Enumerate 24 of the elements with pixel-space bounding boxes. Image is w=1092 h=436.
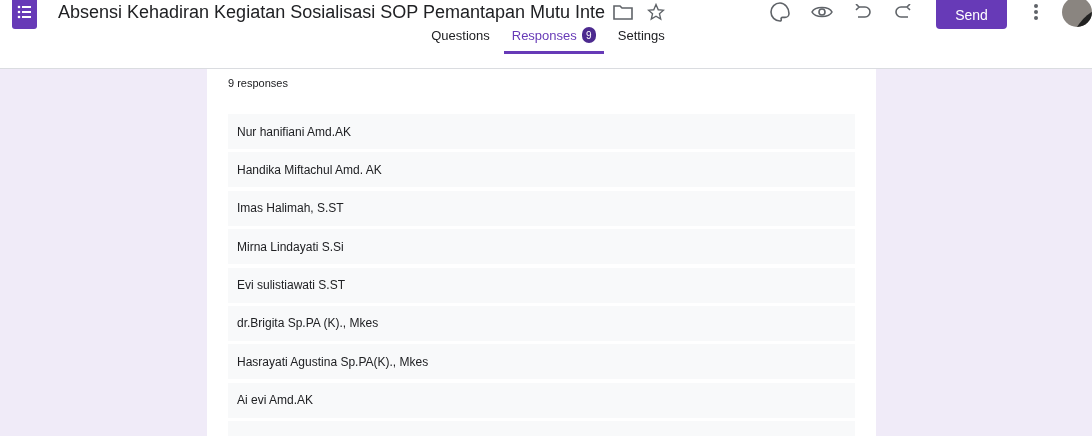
response-item: Hasrayati Agustina Sp.PA(K)., Mkes	[228, 344, 855, 380]
response-item: Mirna Lindayati S.Si	[228, 229, 855, 265]
more-icon[interactable]	[1034, 4, 1038, 20]
tab[interactable]: Settings	[609, 25, 673, 54]
response-item: Imas Halimah, S.ST	[228, 190, 855, 226]
avatar-icon[interactable]	[1062, 0, 1092, 27]
tab[interactable]: Responses 9	[503, 25, 604, 54]
redo-icon[interactable]	[894, 4, 912, 20]
star-icon[interactable]	[647, 3, 665, 21]
response-item: Ai evi Amd.AK	[228, 382, 855, 418]
response-item: Nur hanifiani Amd.AK	[228, 114, 855, 149]
form-title[interactable]: Absensi Kehadiran Kegiatan Sosialisasi SOP Pemantapan Mutu Inte	[58, 0, 605, 26]
response-item: Evi sulistiawati S.ST	[228, 267, 855, 303]
forms-logo-icon[interactable]	[12, 0, 37, 29]
count-badge: 9	[581, 27, 596, 44]
response-item: dr.Brigita Sp.PA (K)., Mkes	[228, 305, 855, 341]
folder-icon[interactable]	[613, 4, 633, 20]
undo-icon[interactable]	[854, 4, 872, 20]
response-item: Handika Miftachul Amd. AK	[228, 152, 855, 188]
send-button[interactable]: Send	[936, 0, 1007, 29]
response-count: 9 responses	[228, 76, 289, 91]
tab[interactable]: Questions	[423, 25, 498, 54]
palette-icon[interactable]	[770, 2, 790, 22]
eye-icon[interactable]	[811, 4, 833, 20]
